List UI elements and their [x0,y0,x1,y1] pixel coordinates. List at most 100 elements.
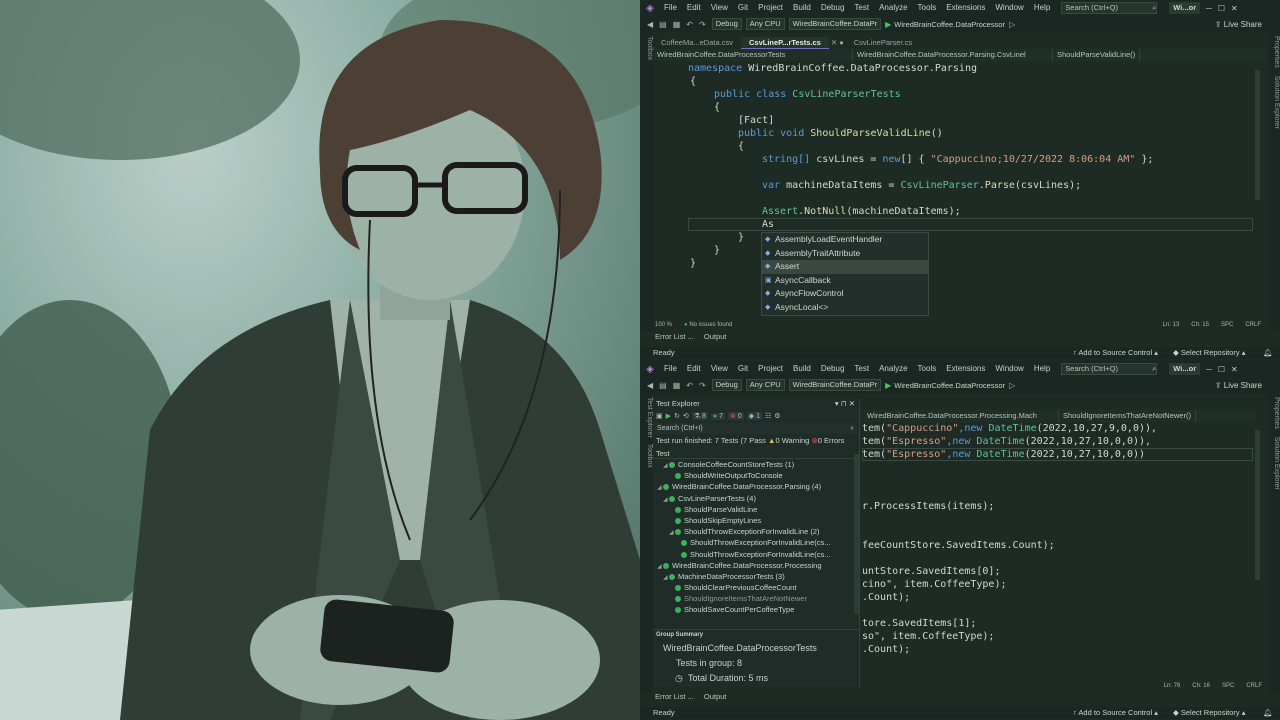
platform-dropdown[interactable]: Any CPU [745,379,785,391]
platform-dropdown[interactable]: Any CPU [745,18,785,30]
solution-explorer-tab[interactable]: Solution Explorer [1273,437,1280,490]
menu-window[interactable]: Window [990,361,1028,377]
menu-project[interactable]: Project [753,361,788,377]
new-file-icon[interactable]: ▤ [659,381,667,390]
output-tab[interactable]: Output [704,332,727,341]
tab-coffee-machine-data[interactable]: CoffeeMa...eData.csv [653,37,741,49]
minimize-icon[interactable]: ─ [1206,4,1212,13]
configuration-dropdown[interactable]: Debug [711,18,742,30]
select-repository-button[interactable]: ◆ Select Repository ▴ [1173,707,1246,719]
test-tree-item[interactable]: ShouldParseValidLine [653,504,859,515]
menu-view[interactable]: View [706,361,733,377]
type-dropdown[interactable]: WiredBrainCoffee.DataProcessor.Processin… [863,410,1059,422]
minimize-icon[interactable]: ─ [1206,365,1212,374]
completion-item[interactable]: ◆ AssemblyLoadEventHandler [762,233,928,247]
total-tests-badge[interactable]: ⚗ 8 [691,412,708,420]
member-dropdown[interactable]: ShouldIgnoreItemsThatAreNotNewer() [1059,410,1196,422]
line-endings[interactable]: CRLF [1245,322,1261,328]
properties-tab[interactable]: Properties [1273,36,1280,68]
solution-badge[interactable]: Wi...or [1169,2,1201,14]
menu-edit[interactable]: Edit [682,0,706,16]
menu-test[interactable]: Test [849,361,874,377]
run-target-button[interactable]: WiredBrainCoffee.DataProcessor [894,20,1005,29]
test-tree-item[interactable]: ShouldThrowExceptionForInvalidLine(cs... [653,537,859,548]
run-icon[interactable]: ▶ [666,412,671,420]
test-tree-item[interactable]: ShouldThrowExceptionForInvalidLine(cs... [653,549,859,560]
start-icon[interactable]: ▶ [885,381,891,390]
menu-tools[interactable]: Tools [913,361,942,377]
configuration-dropdown[interactable]: Debug [711,379,742,391]
menu-file[interactable]: File [659,361,682,377]
redo-icon[interactable]: ↷ [699,20,706,29]
test-tree-item[interactable]: ShouldClearPreviousCoffeeCount [653,582,859,593]
menu-extensions[interactable]: Extensions [941,0,990,16]
toolbox-strip-tab[interactable]: Toolbox [646,444,653,468]
undo-icon[interactable]: ↶ [686,20,693,29]
test-tree-item[interactable]: ShouldSkipEmptyLines [653,515,859,526]
debug-icon[interactable]: ⟲ [683,412,689,420]
completion-item[interactable]: ◆ AsyncFlowControl [762,287,928,301]
whitespace-mode[interactable]: SPC [1222,683,1234,689]
notifications-icon[interactable]: 🔔︎ [1263,347,1273,359]
solution-badge[interactable]: Wi...or [1169,363,1201,375]
back-icon[interactable]: ◀ [647,20,653,29]
menu-extensions[interactable]: Extensions [941,361,990,377]
repeat-icon[interactable]: ↻ [674,412,680,420]
save-all-icon[interactable]: ▦ [673,20,681,29]
scrollbar[interactable] [1255,430,1260,580]
redo-icon[interactable]: ↷ [699,381,706,390]
whitespace-mode[interactable]: SPC [1221,322,1233,328]
select-repository-button[interactable]: ◆ Select Repository ▴ [1173,347,1246,359]
search-input[interactable]: Search (Ctrl+Q) ⌕ [1061,2,1158,14]
menu-file[interactable]: File [659,0,682,16]
menu-tools[interactable]: Tools [913,0,942,16]
zoom-level[interactable]: 100 % [655,322,672,328]
new-file-icon[interactable]: ▤ [659,20,667,29]
close-icon[interactable]: ✕ [1231,4,1238,13]
issues-indicator[interactable]: ● No issues found [684,322,732,328]
back-icon[interactable]: ◀ [647,381,653,390]
menu-edit[interactable]: Edit [682,361,706,377]
start-icon[interactable]: ▶ [885,20,891,29]
undo-icon[interactable]: ↶ [686,381,693,390]
save-all-icon[interactable]: ▦ [673,381,681,390]
passed-tests-badge[interactable]: ● 7 [710,412,725,420]
playlist-icon[interactable]: ☷ [765,412,771,420]
menu-test[interactable]: Test [849,0,874,16]
add-to-source-control-button[interactable]: ↑ Add to Source Control ▴ [1073,347,1158,359]
test-tree-item[interactable]: ◢ WiredBrainCoffee.DataProcessor.Parsing … [653,481,859,492]
menu-build[interactable]: Build [788,361,816,377]
startup-project-dropdown[interactable]: WiredBrainCoffee.DataPr [788,18,882,30]
line-endings[interactable]: CRLF [1246,683,1262,689]
menu-debug[interactable]: Debug [816,361,850,377]
member-dropdown[interactable]: ShouldParseValidLine() [1053,49,1141,61]
test-tree-item[interactable]: ◢ WiredBrainCoffee.DataProcessor.Processi… [653,560,859,571]
search-input[interactable]: Search (Ctrl+Q) ⌕ [1061,363,1158,375]
not-run-tests-badge[interactable]: ◆ 1 [746,412,762,420]
run-all-icon[interactable]: ▣ [656,412,663,420]
test-explorer-strip-tab[interactable]: Test Explorer [646,397,653,438]
menu-help[interactable]: Help [1029,0,1055,16]
start-without-debugging-icon[interactable]: ▷ [1009,20,1015,29]
project-dropdown[interactable]: WiredBrainCoffee.DataProcessorTests [653,49,853,61]
menu-git[interactable]: Git [733,361,753,377]
code-editor-bottom[interactable]: tem("Cappuccino",new DateTime(2022,10,27… [862,422,1252,662]
test-column-header[interactable]: Test [653,448,859,459]
solution-explorer-tab[interactable]: Solution Explorer [1273,76,1280,129]
test-tree-item[interactable]: ◢ ConsoleCoffeeCountStoreTests (1) [653,459,859,470]
tab-csv-line-parser[interactable]: CsvLineParser.cs [846,37,920,49]
add-to-source-control-button[interactable]: ↑ Add to Source Control ▴ [1073,707,1158,719]
tab-close-icon[interactable]: ✕ ● [829,37,846,49]
menu-analyze[interactable]: Analyze [874,0,912,16]
live-share-button[interactable]: ⇪ Live Share [1215,381,1262,390]
completion-item-selected[interactable]: ◆ Assert [762,260,928,274]
test-tree-item[interactable]: ShouldIgnoreItemsThatAreNotNewer [653,593,859,604]
maximize-icon[interactable]: ☐ [1218,365,1225,374]
test-tree-scrollbar[interactable] [854,454,859,614]
menu-window[interactable]: Window [990,0,1028,16]
menu-analyze[interactable]: Analyze [874,361,912,377]
test-tree-item[interactable]: ◢ CsvLineParserTests (4) [653,493,859,504]
toolbox-strip[interactable]: Toolbox [641,32,653,332]
startup-project-dropdown[interactable]: WiredBrainCoffee.DataPr [788,379,882,391]
panel-close-icon[interactable]: ▾ ⊓ ✕ [835,399,855,409]
